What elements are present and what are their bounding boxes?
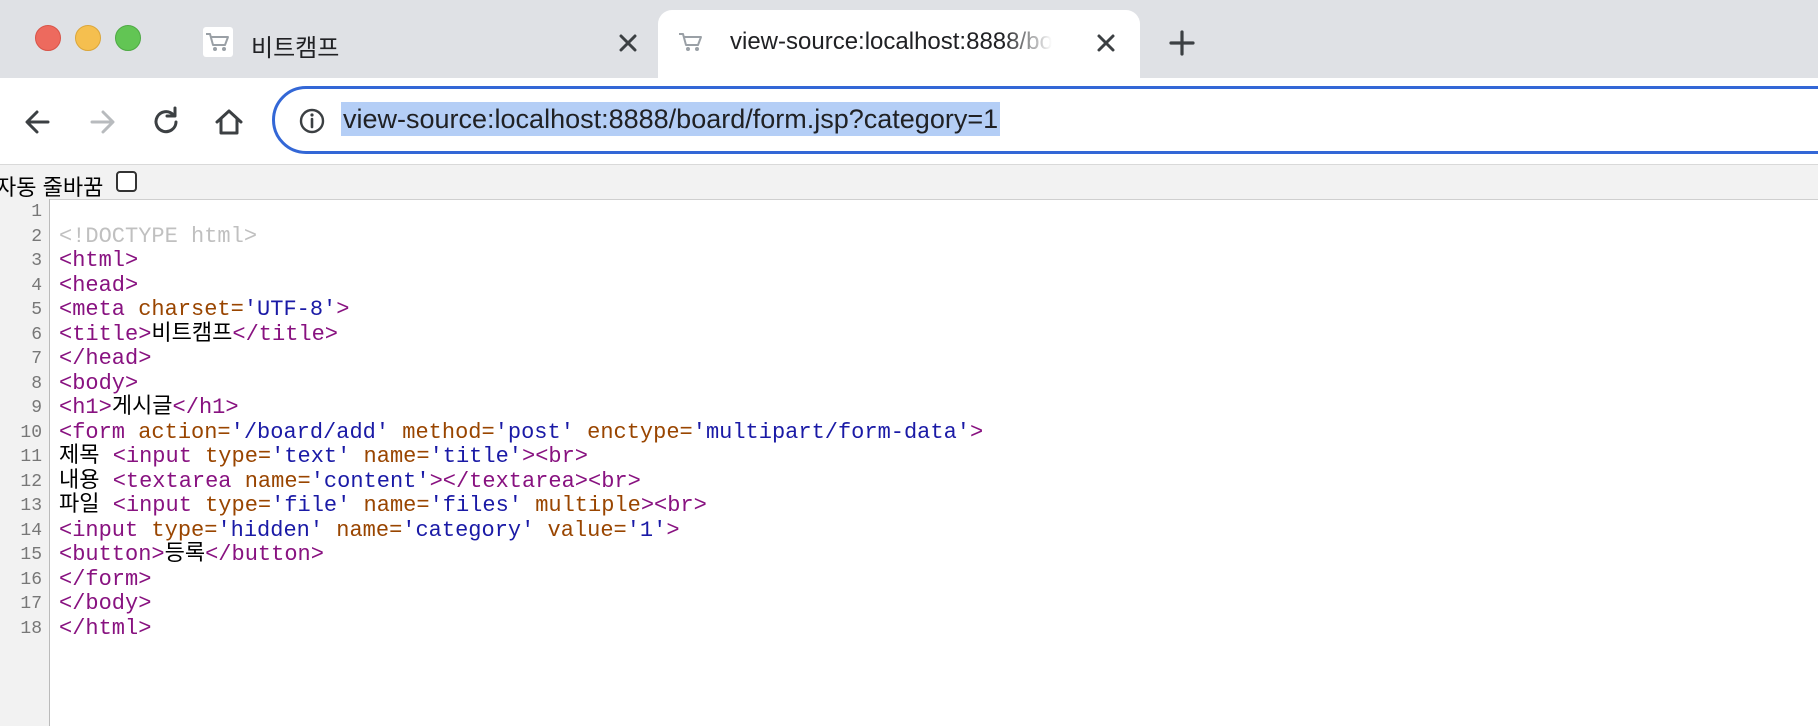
code-token: </head>	[59, 346, 152, 371]
code-token: name=	[336, 517, 403, 543]
code-token: <textarea	[112, 468, 245, 494]
line-wrap-checkbox[interactable]	[116, 171, 137, 192]
close-window-button[interactable]	[35, 25, 61, 51]
code-token: <br>	[535, 444, 588, 469]
code-token: 'content'	[310, 468, 430, 494]
code-token: <br>	[654, 493, 707, 518]
info-icon[interactable]	[297, 106, 327, 136]
code-token: name=	[363, 493, 430, 518]
code-token: type=	[205, 444, 272, 469]
tab-strip: 비트캠프 view-source:localhost:8888/board/fo…	[0, 0, 1818, 78]
code-token: 'category'	[402, 517, 535, 543]
code-token: charset=	[138, 297, 244, 322]
code-token: 파일	[59, 493, 113, 518]
code-token: 등록	[164, 542, 206, 567]
code-token: <br>	[588, 468, 641, 494]
code-token: 제목	[59, 444, 113, 469]
code-token: >	[666, 517, 680, 543]
code-token: 내용	[59, 468, 113, 494]
code-token: name=	[244, 468, 311, 494]
code-token: </button>	[205, 542, 324, 567]
code-token: <body>	[59, 370, 139, 396]
cart-icon	[203, 27, 233, 57]
back-arrow-icon[interactable]	[18, 102, 58, 142]
close-icon[interactable]	[1091, 28, 1121, 58]
code-token: 'multipart/form-data'	[692, 419, 970, 445]
code-token: 'post'	[494, 419, 574, 445]
code-token: value=	[547, 517, 627, 543]
url-text[interactable]: view-source:localhost:8888/board/form.js…	[341, 102, 1001, 136]
code-token: type=	[151, 517, 218, 543]
source-line: 18 </html>	[0, 615, 1818, 643]
minimize-window-button[interactable]	[75, 25, 101, 51]
line-number: 18	[20, 618, 42, 639]
code-token: enctype=	[587, 419, 693, 445]
code-token: 'files'	[429, 493, 522, 518]
code-token: action=	[138, 419, 231, 445]
tab-bitcamp[interactable]: 비트캠프	[185, 10, 655, 78]
code-token: name=	[363, 444, 430, 469]
code-token: <meta	[59, 297, 139, 322]
code-token: >	[640, 493, 655, 518]
code-token: <button>	[59, 542, 165, 567]
code-token: <input	[112, 444, 206, 469]
code-token: </h1>	[172, 395, 239, 420]
close-icon[interactable]	[613, 28, 643, 58]
browser-toolbar: view-source:localhost:8888/board/form.js…	[0, 78, 1818, 164]
code-token: <input	[59, 517, 152, 543]
code-token: </textarea>	[442, 468, 588, 494]
code-token: type=	[205, 493, 272, 518]
code-token: 게시글	[111, 395, 173, 420]
tab-view-source[interactable]: view-source:localhost:8888/board/form.js…	[658, 10, 1140, 78]
tab-title: view-source:localhost:8888/board/form.js…	[730, 28, 1052, 55]
tab-title: 비트캠프	[251, 35, 340, 62]
code-token: <title>	[59, 321, 152, 347]
line-wrap-bar: 자동 줄바꿈	[0, 164, 1818, 200]
code-token: '/board/add'	[230, 419, 390, 445]
code-token: >	[429, 468, 443, 494]
zoom-window-button[interactable]	[115, 25, 141, 51]
code-token: 'title'	[429, 444, 522, 469]
code-token: <head>	[59, 272, 139, 298]
code-token: '1'	[626, 517, 667, 543]
reload-icon[interactable]	[146, 102, 186, 142]
code-token: 비트캠프	[151, 321, 233, 347]
code-token: <html>	[59, 248, 139, 273]
code-token: <h1>	[59, 395, 112, 420]
line-content: </html>	[59, 615, 151, 643]
code-token: <!DOCTYPE html>	[59, 223, 258, 249]
new-tab-icon[interactable]	[1165, 26, 1199, 60]
code-token: </title>	[232, 321, 339, 347]
code-token: 'file'	[271, 493, 351, 518]
code-token: >	[336, 297, 350, 322]
home-icon[interactable]	[209, 102, 249, 142]
code-token: 'UTF-8'	[243, 297, 337, 322]
code-token: multiple	[535, 493, 641, 518]
code-token: </body>	[59, 591, 152, 616]
code-token: </form>	[59, 566, 152, 592]
cart-icon	[679, 33, 702, 51]
code-token: >	[970, 419, 984, 445]
code-token: >	[521, 444, 536, 469]
code-token: <input	[112, 493, 206, 518]
code-token: </html>	[59, 615, 152, 641]
code-token: method=	[402, 419, 495, 445]
code-token: 'text'	[271, 444, 351, 469]
forward-arrow-icon[interactable]	[82, 102, 122, 142]
address-bar[interactable]: view-source:localhost:8888/board/form.js…	[272, 86, 1818, 154]
code-token: 'hidden'	[217, 517, 324, 543]
code-token: <form	[59, 419, 139, 445]
